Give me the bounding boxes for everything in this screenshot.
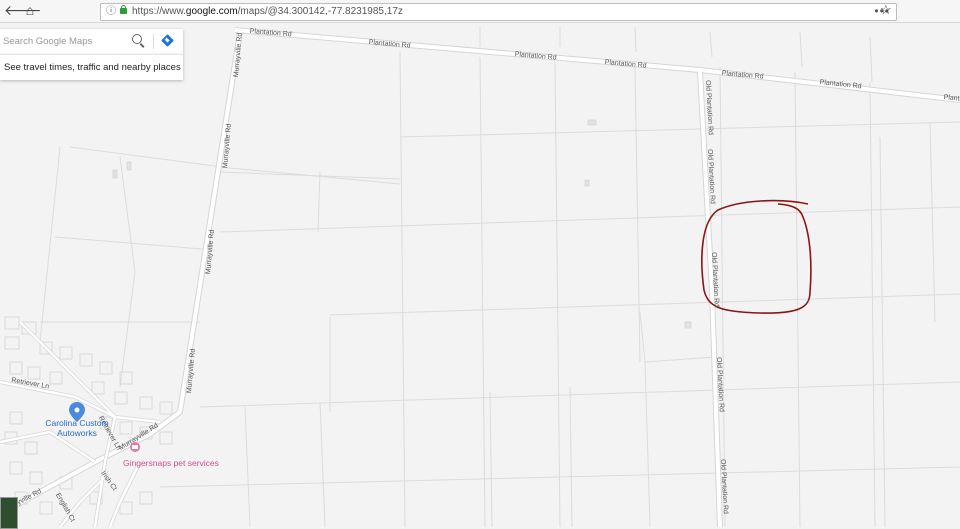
travel-times-prompt[interactable]: See travel times, traffic and nearby pla…: [0, 54, 183, 80]
lock-icon: [120, 5, 127, 14]
info-icon[interactable]: ⓘ: [106, 4, 116, 20]
satellite-layer-thumbnail[interactable]: [0, 497, 18, 529]
directions-icon[interactable]: [161, 34, 174, 47]
travel-times-text: See travel times, traffic and nearby pla…: [4, 62, 181, 73]
search-panel: Search Google Maps: [0, 29, 183, 54]
residential-blocks: [4, 316, 173, 515]
map-canvas[interactable]: Plantation Rd Plantation Rd Plantation R…: [0, 22, 960, 527]
search-icon[interactable]: [132, 34, 142, 44]
address-bar[interactable]: ⓘ https://www.google.com/maps/@34.300142…: [100, 3, 897, 21]
bookmark-star-icon[interactable]: ☆: [880, 2, 892, 18]
poi-carolina-custom-autoworks[interactable]: Carolina Custom Autoworks: [34, 418, 120, 438]
parcel-lines: [39, 26, 960, 527]
url-text: https://www.google.com/maps/@34.300142,-…: [132, 6, 403, 17]
map-graphics: [0, 26, 960, 527]
poi-gingersnaps-pet-services[interactable]: Gingersnaps pet services: [123, 458, 219, 468]
back-arrow-icon[interactable]: 🡐: [4, 2, 42, 18]
plantation-road: [234, 27, 960, 103]
home-icon[interactable]: ⌂: [22, 2, 38, 18]
divider: [153, 34, 154, 49]
search-input[interactable]: Search Google Maps: [3, 36, 92, 47]
browser-toolbar: 🡐 ⌂ ⓘ https://www.google.com/maps/@34.30…: [0, 0, 960, 23]
